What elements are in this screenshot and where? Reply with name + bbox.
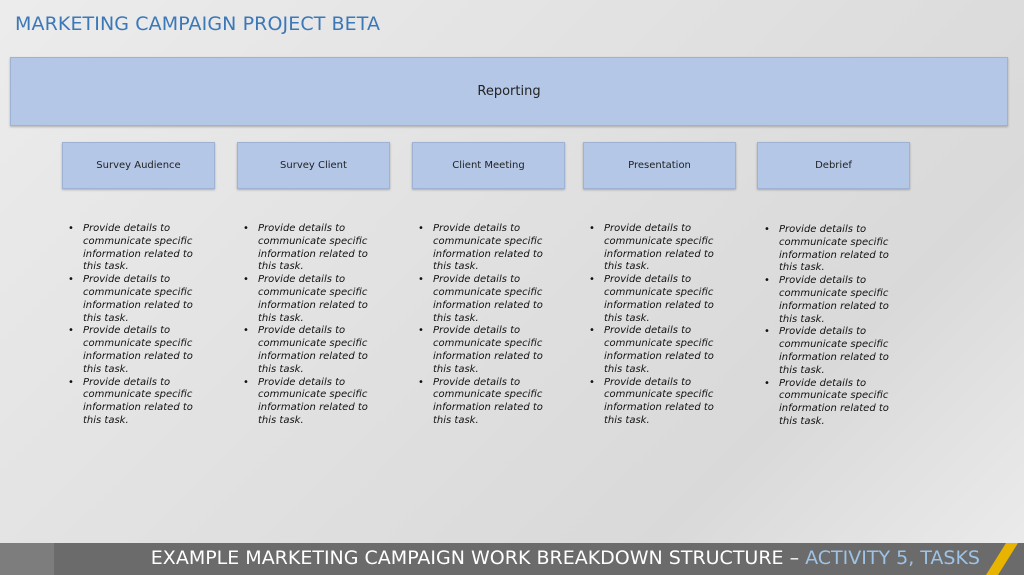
- parent-task-box: Reporting: [10, 57, 1008, 126]
- detail-item: Provide details to communicate specific …: [589, 377, 729, 428]
- task-label: Debrief: [815, 160, 852, 171]
- detail-item: Provide details to communicate specific …: [68, 325, 208, 376]
- corner-stripe-decoration: [984, 543, 1024, 575]
- detail-item: Provide details to communicate specific …: [418, 325, 558, 376]
- detail-item: Provide details to communicate specific …: [418, 223, 558, 274]
- task-box-survey-client: Survey Client: [237, 142, 390, 189]
- parent-task-label: Reporting: [477, 84, 541, 99]
- footer-title-accent: ACTIVITY 5, TASKS: [805, 547, 980, 569]
- detail-item: Provide details to communicate specific …: [68, 274, 208, 325]
- detail-item: Provide details to communicate specific …: [68, 377, 208, 428]
- task-label: Presentation: [628, 160, 691, 171]
- task-box-debrief: Debrief: [757, 142, 910, 189]
- detail-item: Provide details to communicate specific …: [68, 223, 208, 274]
- details-list-debrief: Provide details to communicate specific …: [764, 224, 904, 429]
- detail-item: Provide details to communicate specific …: [764, 224, 904, 275]
- task-label: Survey Client: [280, 160, 347, 171]
- detail-item: Provide details to communicate specific …: [418, 274, 558, 325]
- task-box-presentation: Presentation: [583, 142, 736, 189]
- detail-item: Provide details to communicate specific …: [418, 377, 558, 428]
- footer-bar: EXAMPLE MARKETING CAMPAIGN WORK BREAKDOW…: [0, 543, 1024, 575]
- details-list-presentation: Provide details to communicate specific …: [589, 223, 729, 428]
- page-title: MARKETING CAMPAIGN PROJECT BETA: [15, 13, 381, 35]
- detail-item: Provide details to communicate specific …: [589, 325, 729, 376]
- detail-item: Provide details to communicate specific …: [243, 325, 383, 376]
- detail-item: Provide details to communicate specific …: [243, 223, 383, 274]
- detail-item: Provide details to communicate specific …: [243, 377, 383, 428]
- task-box-client-meeting: Client Meeting: [412, 142, 565, 189]
- footer-title-main: EXAMPLE MARKETING CAMPAIGN WORK BREAKDOW…: [150, 547, 806, 569]
- detail-item: Provide details to communicate specific …: [589, 274, 729, 325]
- detail-item: Provide details to communicate specific …: [764, 326, 904, 377]
- footer-light-strip: [0, 543, 54, 575]
- details-list-survey-client: Provide details to communicate specific …: [243, 223, 383, 428]
- task-box-survey-audience: Survey Audience: [62, 142, 215, 189]
- detail-item: Provide details to communicate specific …: [243, 274, 383, 325]
- details-list-survey-audience: Provide details to communicate specific …: [68, 223, 208, 428]
- detail-item: Provide details to communicate specific …: [589, 223, 729, 274]
- task-label: Client Meeting: [452, 160, 525, 171]
- detail-item: Provide details to communicate specific …: [764, 378, 904, 429]
- task-label: Survey Audience: [96, 160, 181, 171]
- footer-title: EXAMPLE MARKETING CAMPAIGN WORK BREAKDOW…: [151, 547, 980, 569]
- details-list-client-meeting: Provide details to communicate specific …: [418, 223, 558, 428]
- detail-item: Provide details to communicate specific …: [764, 275, 904, 326]
